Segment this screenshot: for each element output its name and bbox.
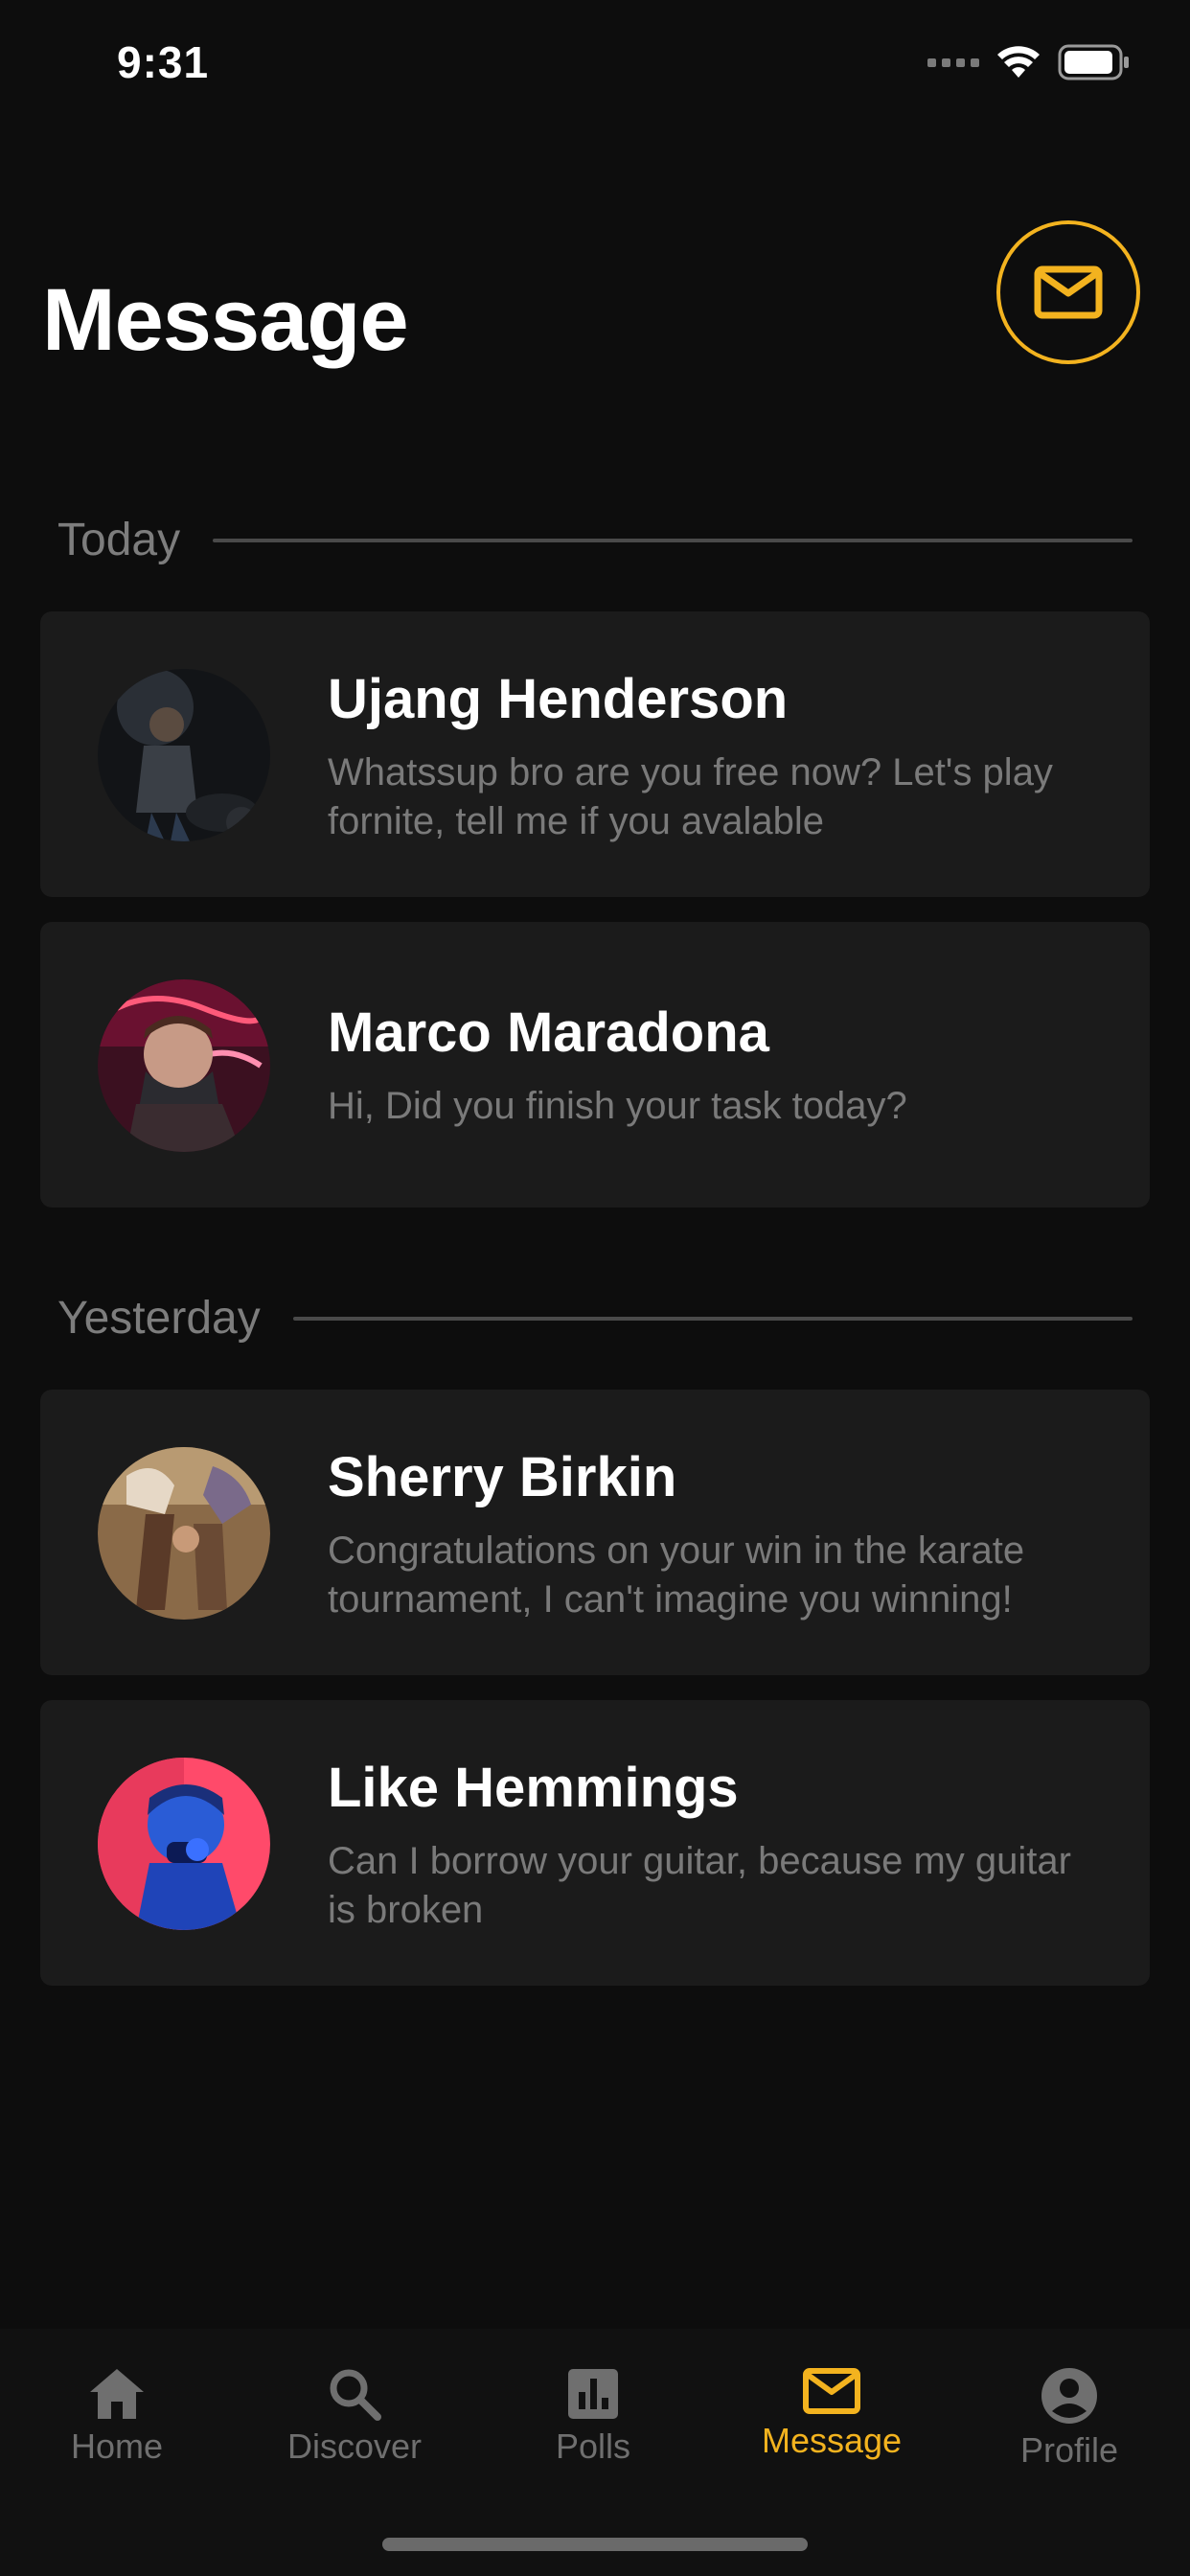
tab-label: Message	[761, 2421, 903, 2460]
status-time: 9:31	[117, 37, 210, 87]
avatar	[98, 1758, 270, 1930]
tab-profile[interactable]: Profile	[973, 2367, 1165, 2471]
mail-icon	[1034, 265, 1103, 319]
message-preview: Hi, Did you finish your task today?	[328, 1085, 907, 1127]
account-circle-icon	[1041, 2368, 1097, 2424]
section-header-today: Today	[57, 514, 1133, 566]
battery-icon	[1058, 44, 1129, 80]
compose-message-button[interactable]	[996, 220, 1140, 364]
contact-name: Ujang Henderson	[328, 668, 789, 730]
contact-name: Marco Maradona	[328, 1001, 769, 1064]
tab-polls[interactable]: Polls	[497, 2367, 689, 2467]
mail-icon	[803, 2368, 860, 2414]
avatar	[98, 669, 270, 841]
tab-discover[interactable]: Discover	[259, 2367, 450, 2467]
message-card[interactable]: Ujang Henderson Whatssup bro are you fre…	[40, 611, 1150, 897]
bar-chart-icon	[568, 2369, 618, 2419]
tab-home[interactable]: Home	[21, 2367, 213, 2467]
tab-label: Profile	[1019, 2430, 1119, 2470]
avatar	[98, 1447, 270, 1620]
message-preview: Whatssup bro are you free now? Let's pla…	[328, 751, 1053, 842]
tab-label: Polls	[555, 2426, 631, 2466]
tab-label: Home	[70, 2426, 164, 2466]
contact-name: Like Hemmings	[328, 1757, 739, 1819]
message-preview: Can I borrow your guitar, because my gui…	[328, 1840, 1071, 1931]
home-indicator	[382, 2538, 808, 2551]
status-bar: 9:31	[0, 0, 1190, 125]
contact-name: Sherry Birkin	[328, 1446, 677, 1508]
divider	[292, 1316, 1133, 1321]
tab-label: Discover	[286, 2426, 423, 2466]
divider	[213, 538, 1133, 542]
home-icon	[90, 2369, 144, 2419]
section-label: Yesterday	[57, 1293, 261, 1344]
section-header-yesterday: Yesterday	[57, 1292, 1133, 1345]
message-preview: Congratulations on your win in the karat…	[328, 1530, 1025, 1621]
page-title: Message	[42, 271, 409, 369]
wifi-icon	[997, 46, 1040, 78]
status-icons	[927, 44, 1131, 80]
message-card[interactable]: Like Hemmings Can I borrow your guitar, …	[40, 1700, 1150, 1986]
tab-message[interactable]: Message	[736, 2367, 927, 2461]
search-icon	[330, 2369, 381, 2421]
message-card[interactable]: Marco Maradona Hi, Did you finish your t…	[40, 922, 1150, 1208]
cellular-signal-icon	[927, 58, 979, 67]
section-label: Today	[57, 515, 181, 565]
message-card[interactable]: Sherry Birkin Congratulations on your wi…	[40, 1390, 1150, 1675]
avatar	[98, 979, 270, 1152]
